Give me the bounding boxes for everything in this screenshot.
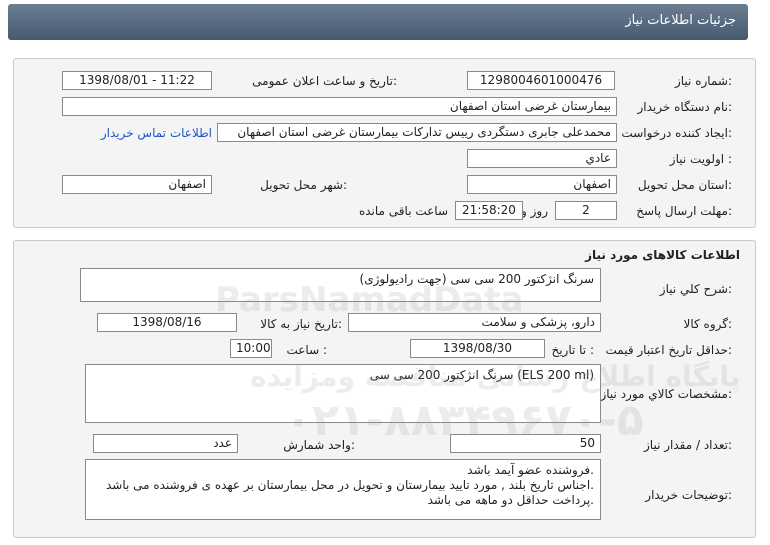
creator-field: محمدعلی جابری دستگردی رییس تدارکات بیمار… (217, 123, 617, 142)
need-date-label: تاریخ نیاز به کالا: (260, 317, 342, 331)
buyer-contact-link[interactable]: اطلاعات تماس خریدار (101, 126, 212, 140)
buyer-field: بیمارستان غرضی استان اصفهان (62, 97, 617, 116)
time-remaining-field: 21:58:20 (455, 201, 523, 220)
buyer-label: نام دستگاه خریدار: (637, 100, 733, 114)
buyer-note-line: اجناس تاریخ بلند , مورد تایید بیمارستان … (105, 478, 594, 492)
announce-field: 1398/08/01 - 11:22 (62, 71, 212, 90)
goods-specs-label: مشخصات کالاي مورد نیاز: (600, 387, 732, 401)
deadline-label: مهلت ارسال پاسخ: (636, 204, 732, 218)
validity-hour-label: ساعت : (286, 343, 327, 357)
remaining-text: ساعت باقی مانده (358, 204, 448, 218)
need-number-label: شماره نیاز: (674, 74, 732, 88)
priority-field: عادي (467, 149, 617, 168)
validity-date-field: 1398/08/30 (410, 339, 545, 358)
days-word: روز و (521, 204, 548, 218)
announce-label: تاریخ و ساعت اعلان عمومی: (252, 74, 397, 88)
until-date-label: تا تاریخ : (551, 343, 594, 357)
city-field: اصفهان (62, 175, 212, 194)
goods-group-label: گروه کالا: (683, 317, 733, 331)
buyer-notes-label: توضیحات خریدار: (645, 488, 732, 502)
goods-specs-field: سرنگ انژکتور 200 سی سی (ELS 200 ml) (85, 364, 601, 423)
price-validity-label: حداقل تاریخ اعتبار قیمت: (605, 343, 732, 357)
page-header: جزئیات اطلاعات نیاز (8, 4, 748, 40)
creator-label: ایجاد کننده درخواست: (621, 126, 732, 140)
days-field: 2 (555, 201, 617, 220)
buyer-note-line: فروشنده عضو آیمد باشد. (467, 463, 594, 477)
quantity-label: تعداد / مقدار نیاز: (644, 438, 732, 452)
city-label: شهر محل تحویل: (260, 178, 347, 192)
general-description-label: شرح کلي نیاز: (659, 282, 732, 296)
buyer-note-line: پرداخت حداقل دو ماهه می باشد. (427, 493, 594, 507)
province-field: اصفهان (467, 175, 617, 194)
unit-field: عدد (93, 434, 238, 453)
need-date-field: 1398/08/16 (97, 313, 237, 332)
priority-label: اولویت نیاز : (669, 152, 732, 166)
goods-group-field: دارو، پزشکی و سلامت (348, 313, 601, 332)
buyer-notes-field: فروشنده عضو آیمد باشد. اجناس تاریخ بلند … (85, 459, 601, 520)
general-description-field: سرنگ انژکتور 200 سی سی (جهت رادیولوژی) (80, 268, 601, 302)
goods-section-title: اطلاعات کالاهای مورد نیاز (585, 248, 740, 262)
page-title: جزئیات اطلاعات نیاز (625, 13, 736, 28)
quantity-field: 50 (450, 434, 601, 453)
validity-time-field: 10:00 (230, 339, 272, 358)
need-number-field: 1298004601000476 (467, 71, 615, 90)
unit-label: واحد شمارش: (283, 438, 355, 452)
province-label: استان محل تحویل: (637, 178, 732, 192)
